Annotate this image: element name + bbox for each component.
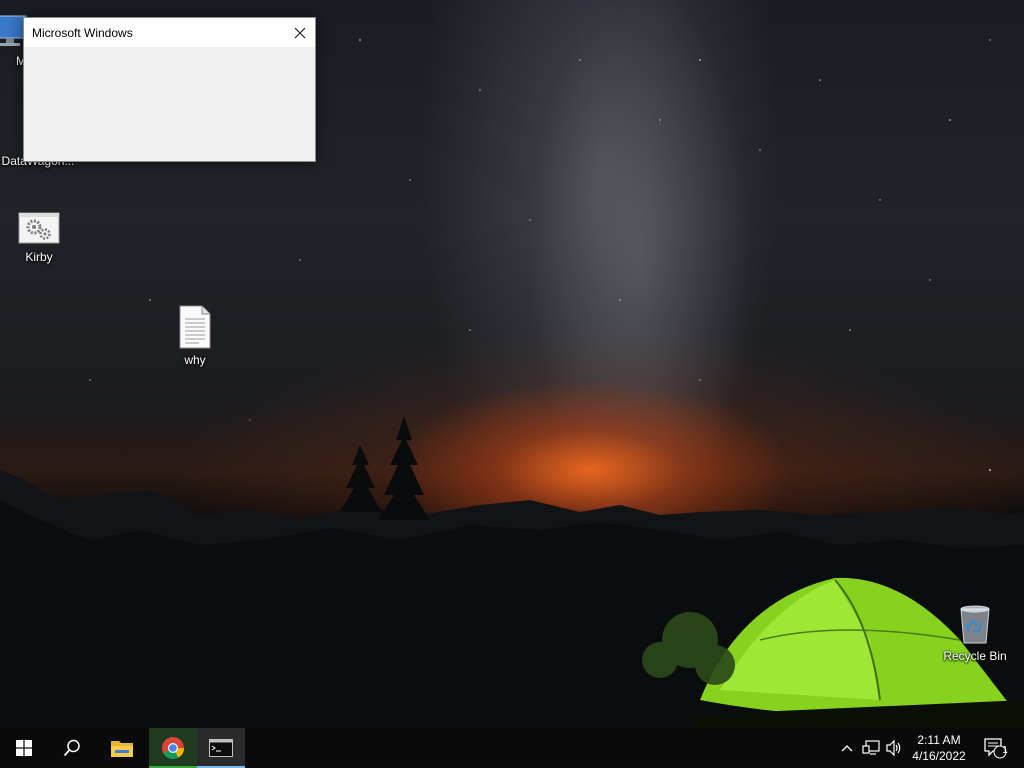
desktop-icon-why[interactable]: why [157, 305, 233, 367]
command-prompt-button[interactable] [197, 728, 245, 768]
desktop-icon-label: Recycle Bin [943, 649, 1007, 663]
dialog-body [24, 47, 315, 161]
file-explorer-button[interactable] [98, 728, 146, 768]
volume-button[interactable] [884, 728, 906, 768]
clock[interactable]: 2:11 AM 4/16/2022 [906, 728, 972, 768]
chevron-up-icon [841, 745, 853, 752]
clock-date: 4/16/2022 [912, 749, 966, 763]
desktop-icon-label: Kirby [25, 250, 53, 264]
cmd-icon [209, 739, 233, 757]
network-icon [862, 740, 880, 755]
network-button[interactable] [859, 728, 883, 768]
desktop-icon-label: why [184, 353, 206, 367]
start-button[interactable] [0, 728, 48, 768]
taskbar: 2:11 AM 4/16/2022 1 [0, 728, 1024, 768]
desktop-icon-recycle-bin[interactable]: Recycle Bin [937, 603, 1013, 663]
dialog-close-button[interactable] [285, 18, 315, 47]
dialog-title: Microsoft Windows [32, 25, 133, 40]
action-center-button[interactable]: 1 [978, 728, 1012, 768]
microsoft-windows-dialog[interactable]: Microsoft Windows [23, 17, 316, 162]
windows-logo-icon [16, 740, 32, 756]
chrome-icon [162, 737, 184, 759]
dialog-titlebar[interactable]: Microsoft Windows [24, 18, 315, 47]
close-icon [294, 27, 306, 38]
search-button[interactable] [48, 728, 96, 768]
desktop-icon-kirby[interactable]: Kirby [1, 210, 77, 264]
notification-count: 1 [1002, 745, 1008, 756]
show-hidden-icons-button[interactable] [836, 728, 858, 768]
clock-time: 2:11 AM [917, 733, 961, 747]
folder-icon [111, 741, 133, 757]
volume-icon [886, 740, 901, 756]
settings-gears-file-icon [18, 212, 60, 244]
chrome-button[interactable] [149, 728, 197, 768]
recycle-bin-icon [960, 605, 990, 644]
text-file-icon [179, 305, 211, 349]
search-icon [63, 739, 80, 757]
